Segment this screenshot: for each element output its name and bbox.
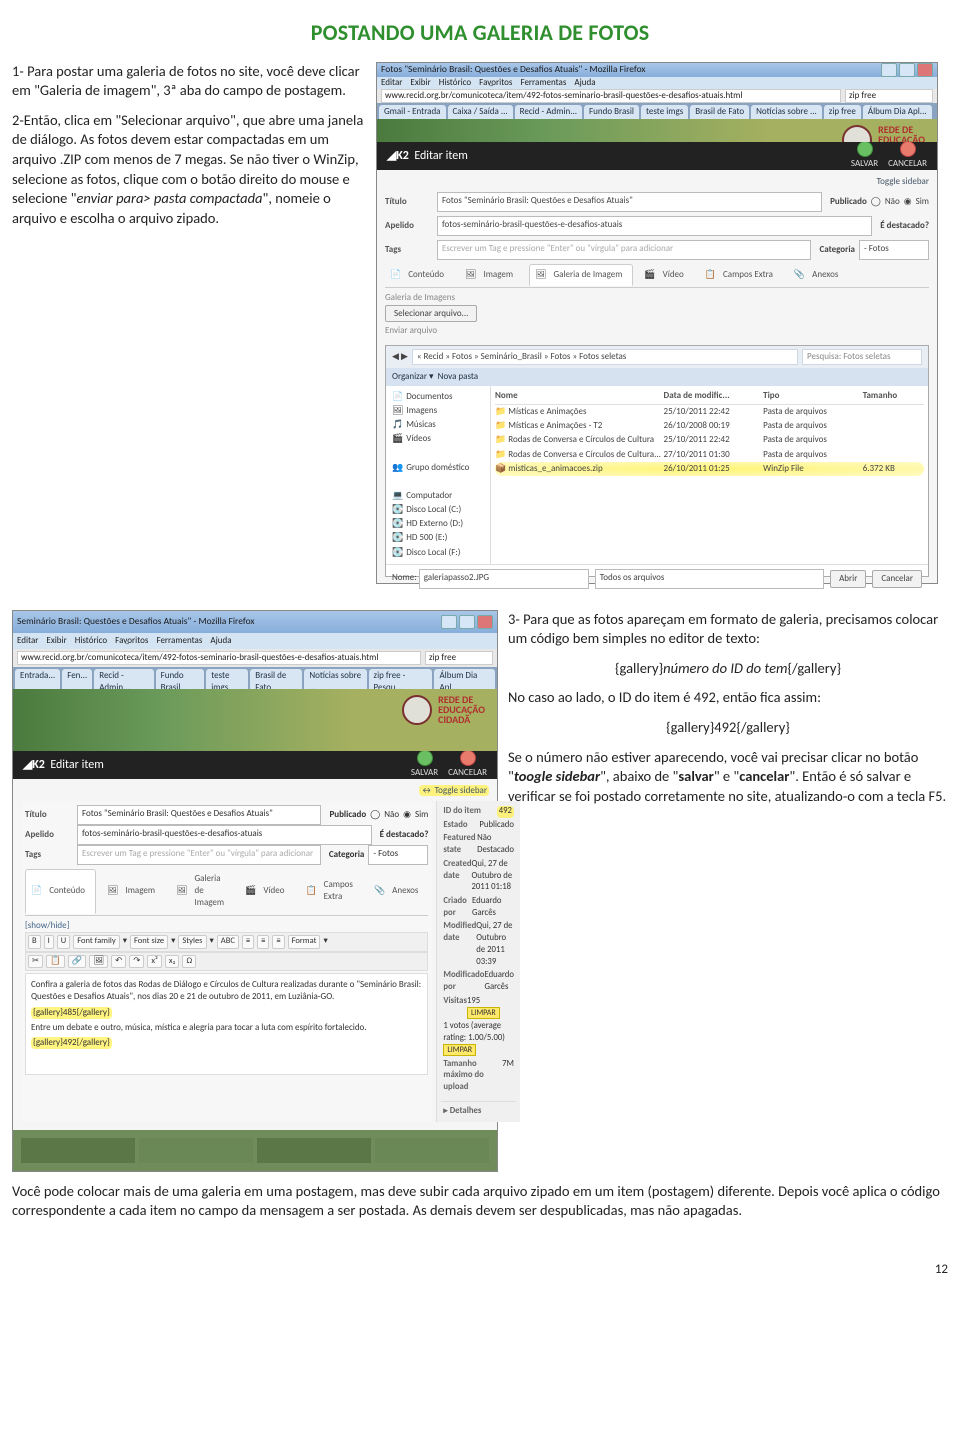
window-buttons[interactable] (881, 63, 933, 77)
code-template: {gallery}número do ID do tem{/gallery} (508, 659, 948, 679)
select-file-button[interactable]: Selecionar arquivo... (385, 305, 477, 322)
step-1: 1- Para postar uma galeria de fotos no s… (12, 62, 364, 101)
toggle-sidebar-link[interactable]: Toggle sidebar (877, 176, 929, 187)
step-3: 3- Para que as fotos apareçam em formato… (508, 610, 948, 649)
cancel-button[interactable]: CANCELAR (448, 750, 487, 779)
browser-menubar[interactable]: EditarExibirHistórico Fav̲oritosFerramen… (377, 77, 937, 89)
editor-body[interactable]: Confira a galeria de fotos das Rodas de … (25, 973, 428, 1075)
form-area: Toggle sidebar TítuloFotos "Seminário Br… (377, 170, 937, 583)
file-dialog-sidebar[interactable]: 📄 Documentos 🖼 Imagens 🎵 Músicas 🎬 Vídeo… (386, 386, 491, 564)
step-2: 2-Então, clica em "Selecionar arquivo", … (12, 111, 364, 228)
highlighted-zip-row[interactable]: 📦 misticas_e_animacoes.zip26/10/2011 01:… (495, 462, 924, 476)
title-input[interactable]: Fotos "Seminário Brasil: Questões e Desa… (437, 192, 822, 212)
file-list[interactable]: NomeData de modific... TipoTamanho 📁 Mís… (491, 386, 928, 564)
save-button[interactable]: SALVAR (851, 141, 878, 170)
close-icon[interactable] (477, 615, 493, 629)
maximize-icon[interactable] (899, 63, 915, 77)
tab-strip[interactable]: Gmail - EntradaCaixa / Saída ... Recid -… (377, 103, 937, 119)
page-title: POSTANDO UMA GALERIA DE FOTOS (12, 18, 948, 48)
cancel-button[interactable]: CANCELAR (888, 141, 927, 170)
close-icon[interactable] (917, 63, 933, 77)
window-titlebar: Fotos "Seminário Brasil: Questões e Desa… (377, 63, 937, 77)
clear-visits-button[interactable]: LIMPAR (467, 1007, 500, 1019)
logo-icon (842, 125, 872, 142)
rich-text-toolbar[interactable]: BIU Font family▾ Font size▾ Styles▾ ABC≡… (25, 932, 428, 951)
content-tabs[interactable]: 📄 Conteúdo 🖼 Imagem 🖼 Galeria de Imagem … (385, 264, 929, 288)
toggle-sidebar-link[interactable]: ↔ Toggle sidebar (419, 785, 489, 796)
code-example: {gallery}492{/gallery} (508, 718, 948, 738)
instructions-left: 1- Para postar uma galeria de fotos no s… (12, 62, 364, 584)
file-dialog: ◀ ▶ « Recid » Fotos » Seminário_Brasil »… (385, 345, 929, 577)
final-paragraph: Você pode colocar mais de uma galeria em… (12, 1182, 948, 1221)
step-5: Se o número não estiver aparecendo, você… (508, 748, 948, 807)
clear-votes-button[interactable]: LIMPAR (443, 1044, 476, 1056)
page-number: 12 (12, 1261, 948, 1279)
step-4: No caso ao lado, o ID do item é 492, ent… (508, 688, 948, 708)
minimize-icon[interactable] (441, 615, 457, 629)
new-folder-button[interactable]: Nova pasta (438, 371, 478, 382)
filename-input[interactable]: galeriapasso2.JPG (419, 569, 589, 589)
k2-editor-bar: ◢K2 Editar item SALVAR CANCELAR (377, 142, 937, 170)
alias-input[interactable]: fotos-seminário-brasil-questões-e-desafi… (437, 216, 872, 236)
dialog-cancel-button[interactable]: Cancelar (872, 570, 922, 588)
save-button[interactable]: SALVAR (411, 750, 438, 779)
logo-icon (402, 695, 432, 725)
instructions-right: 3- Para que as fotos apareçam em formato… (508, 610, 948, 1172)
maximize-icon[interactable] (459, 615, 475, 629)
filetype-select[interactable]: Todos os arquivos (595, 569, 824, 589)
open-button[interactable]: Abrir (830, 570, 866, 588)
address-bar[interactable]: www.recid.org.br/comunicoteca/item/492-f… (377, 89, 937, 103)
minimize-icon[interactable] (881, 63, 897, 77)
screenshot-2: Seminário Brasil: Questões e Desafios At… (12, 610, 498, 1172)
site-banner: REDE DE EDUCAÇÃO CIDADÃ (377, 119, 937, 142)
organize-menu[interactable]: Organizar (392, 371, 427, 382)
screenshot-1: Fotos "Seminário Brasil: Questões e Desa… (376, 62, 938, 584)
